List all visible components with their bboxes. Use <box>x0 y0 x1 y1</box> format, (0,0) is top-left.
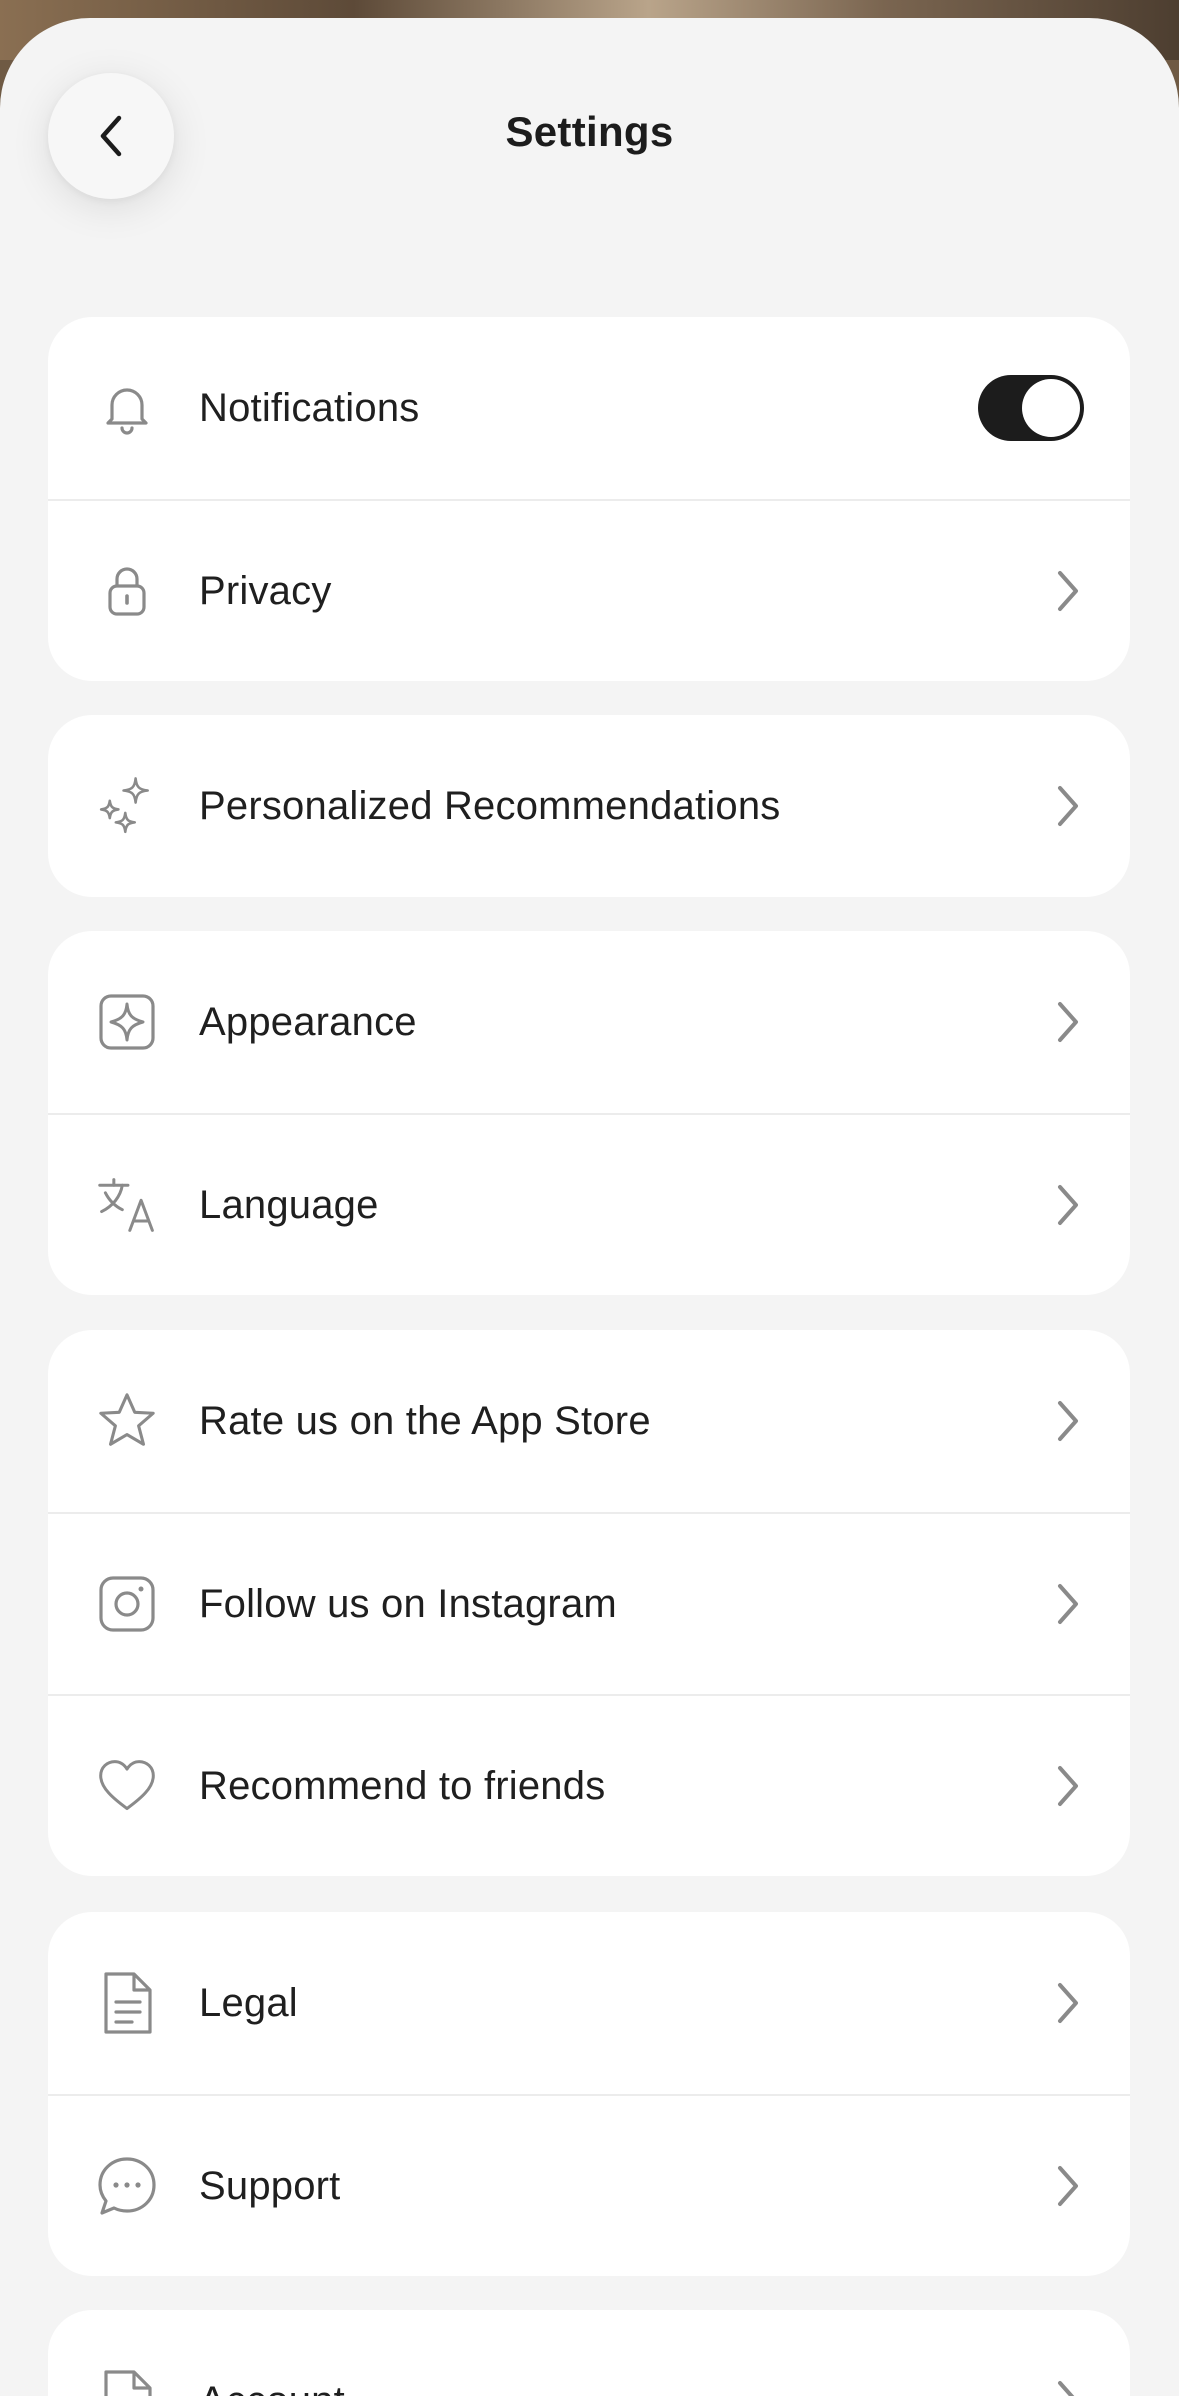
chevron-right-icon <box>1048 780 1088 832</box>
chevron-right-icon <box>1048 1395 1088 1447</box>
settings-row-label: Language <box>199 1182 379 1227</box>
settings-row-personalized-recommendations[interactable]: Personalized Recommendations <box>48 715 1130 897</box>
settings-row-label: Notifications <box>199 385 420 430</box>
settings-group-display: Appearance Language <box>48 931 1130 1295</box>
settings-group-recommendations: Personalized Recommendations <box>48 715 1130 897</box>
settings-row-legal[interactable]: Legal <box>48 1912 1130 2094</box>
chevron-right-icon <box>1048 1760 1088 1812</box>
settings-row-rate-app[interactable]: Rate us on the App Store <box>48 1330 1130 1512</box>
settings-row-label: Privacy <box>199 568 332 613</box>
settings-row-language[interactable]: Language <box>48 1113 1130 1295</box>
translate-icon <box>96 1174 158 1236</box>
settings-row-recommend-friends[interactable]: Recommend to friends <box>48 1694 1130 1876</box>
settings-row-label: Account <box>199 2379 345 2396</box>
lock-icon <box>96 560 158 622</box>
settings-row-notifications[interactable]: Notifications <box>48 317 1130 499</box>
chevron-right-icon <box>1048 2375 1088 2396</box>
settings-row-label: Follow us on Instagram <box>199 1581 617 1626</box>
chevron-right-icon <box>1048 1578 1088 1630</box>
settings-group-account: Account <box>48 2310 1130 2396</box>
notifications-toggle[interactable] <box>978 375 1084 441</box>
chevron-right-icon <box>1048 996 1088 1048</box>
document-icon <box>96 1972 158 2034</box>
instagram-icon <box>96 1573 158 1635</box>
settings-row-label: Rate us on the App Store <box>199 1398 651 1443</box>
settings-group-social: Rate us on the App Store Follow us on In… <box>48 1330 1130 1876</box>
settings-row-instagram[interactable]: Follow us on Instagram <box>48 1512 1130 1694</box>
chevron-right-icon <box>1048 1179 1088 1231</box>
settings-row-privacy[interactable]: Privacy <box>48 499 1130 681</box>
chevron-right-icon <box>1048 565 1088 617</box>
settings-row-label: Personalized Recommendations <box>199 783 781 828</box>
settings-row-label: Appearance <box>199 999 417 1044</box>
appearance-icon <box>96 991 158 1053</box>
settings-row-account[interactable]: Account <box>48 2310 1130 2396</box>
chat-bubble-icon <box>96 2155 158 2217</box>
chevron-right-icon <box>1048 1977 1088 2029</box>
account-icon <box>96 2370 158 2396</box>
settings-group-help: Legal Support <box>48 1912 1130 2276</box>
settings-group-general: Notifications Privacy <box>48 317 1130 681</box>
settings-sheet: Settings Notifications Privacy Personali… <box>0 18 1179 2396</box>
heart-icon <box>96 1755 158 1817</box>
settings-row-label: Recommend to friends <box>199 1763 606 1808</box>
settings-row-support[interactable]: Support <box>48 2094 1130 2276</box>
page-title: Settings <box>505 108 674 155</box>
chevron-right-icon <box>1048 2160 1088 2212</box>
settings-row-appearance[interactable]: Appearance <box>48 931 1130 1113</box>
star-icon <box>96 1390 158 1452</box>
bell-icon <box>96 377 158 439</box>
settings-row-label: Legal <box>199 1980 298 2025</box>
sparkles-icon <box>96 775 158 837</box>
settings-row-label: Support <box>199 2163 341 2208</box>
toggle-knob <box>1022 379 1080 437</box>
